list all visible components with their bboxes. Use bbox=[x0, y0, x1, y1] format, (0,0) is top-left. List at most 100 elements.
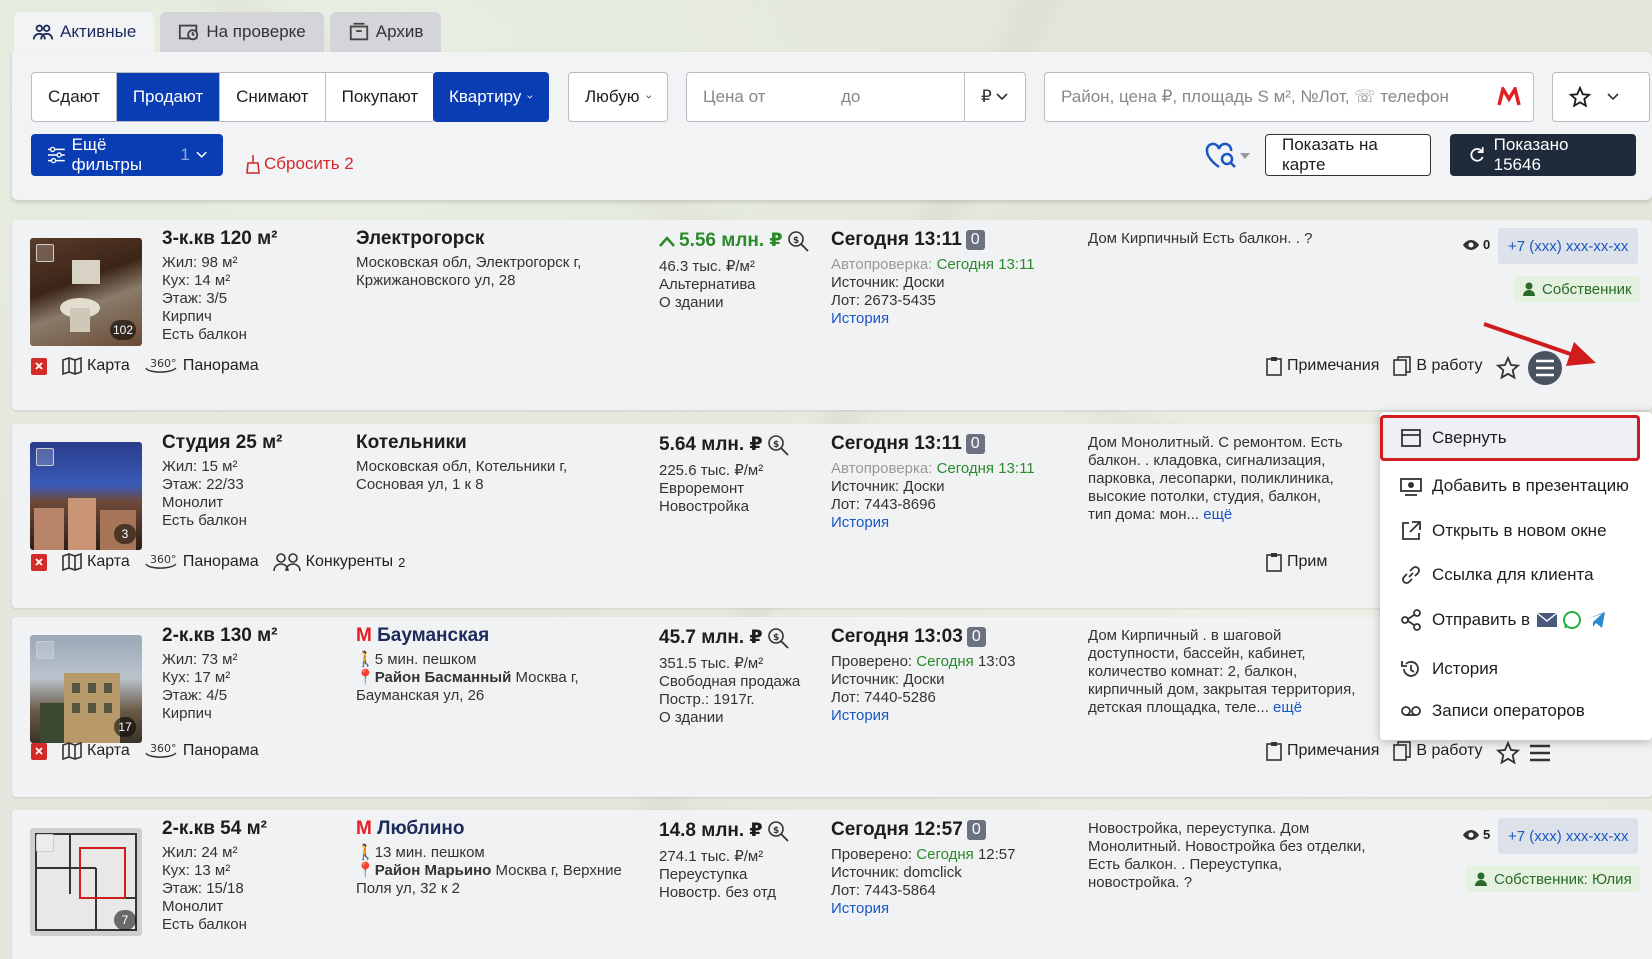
listing-photo[interactable]: 7 bbox=[30, 828, 142, 936]
metro-icon: M bbox=[356, 625, 372, 646]
metro-station[interactable]: Бауманская bbox=[377, 625, 489, 646]
map-link[interactable]: Карта bbox=[62, 553, 130, 571]
tab-review[interactable]: На проверке bbox=[160, 12, 324, 52]
listing-title[interactable]: Студия 25 м² bbox=[162, 433, 283, 452]
listing-title[interactable]: 2-к.кв 54 м² bbox=[162, 819, 267, 838]
history-link[interactable]: История bbox=[831, 707, 1015, 725]
whatsapp-icon[interactable] bbox=[1562, 610, 1582, 630]
deal-type-rent-out[interactable]: Сдают bbox=[32, 73, 117, 121]
menu-item-collapse[interactable]: Свернуть bbox=[1380, 415, 1640, 461]
map-link[interactable]: Карта bbox=[62, 357, 130, 375]
about-building-link[interactable]: О здании bbox=[659, 294, 811, 312]
listing-photo[interactable]: 17 bbox=[30, 635, 142, 743]
menu-item-history[interactable]: История bbox=[1380, 648, 1652, 690]
competitors-link[interactable]: Конкуренты 2 bbox=[272, 552, 405, 572]
more-link[interactable]: ещё bbox=[1203, 506, 1232, 523]
hamburger-icon[interactable] bbox=[1528, 741, 1552, 765]
detail-line: Монолит bbox=[162, 898, 224, 915]
listing-actions: Карта 360° Панорама bbox=[30, 356, 259, 376]
address-line: Москва г, Верхние bbox=[495, 862, 622, 879]
metro-station[interactable]: Люблино bbox=[377, 818, 464, 839]
people-icon bbox=[32, 24, 54, 40]
metro-icon[interactable] bbox=[1497, 87, 1521, 107]
history-link[interactable]: История bbox=[831, 514, 1035, 532]
sale-type: Переуступка bbox=[659, 866, 748, 883]
listing-photo[interactable]: 102 bbox=[30, 238, 142, 346]
price-per-meter: 46.3 тыс. ₽/м² bbox=[659, 258, 755, 275]
panorama-label: Панорама bbox=[182, 553, 259, 570]
notes-button[interactable]: Примечания bbox=[1266, 356, 1379, 376]
notes-button[interactable]: Прим bbox=[1266, 552, 1327, 572]
notes-button[interactable]: Примечания bbox=[1266, 741, 1379, 761]
select-checkbox[interactable] bbox=[36, 834, 54, 852]
menu-item-label: Открыть в новом окне bbox=[1432, 521, 1607, 540]
panorama-link[interactable]: 360° Панорама bbox=[144, 741, 259, 761]
detail-line: Жил: 15 м² bbox=[162, 458, 238, 475]
shown-count-button[interactable]: Показано 15646 bbox=[1450, 134, 1636, 176]
email-icon[interactable] bbox=[1536, 612, 1558, 628]
price-row: 14.8 млн. ₽ $ bbox=[659, 820, 791, 842]
select-checkbox[interactable] bbox=[36, 448, 54, 466]
menu-item-operator-records[interactable]: Записи операторов bbox=[1380, 690, 1585, 732]
menu-item-client-link[interactable]: Ссылка для клиента bbox=[1380, 554, 1594, 596]
to-work-label: В работу bbox=[1416, 357, 1483, 374]
search-input[interactable]: Район, цена ₽, площадь S м², №Лот, ☏ тел… bbox=[1044, 72, 1534, 122]
panorama-label: Панорама bbox=[182, 357, 259, 374]
deal-type-buy[interactable]: Покупают bbox=[326, 73, 435, 121]
to-work-button[interactable]: В работу bbox=[1393, 741, 1483, 761]
svg-text:$: $ bbox=[773, 440, 779, 450]
panorama-link[interactable]: 360° Панорама bbox=[144, 552, 259, 572]
object-type-select[interactable]: Квартиру bbox=[433, 72, 549, 122]
price-value: 14.8 млн. ₽ bbox=[659, 820, 763, 841]
check-time: 13:03 bbox=[977, 653, 1016, 670]
menu-item-add-presentation[interactable]: Добавить в презентацию bbox=[1380, 465, 1629, 507]
reset-button[interactable]: Сбросить 2 bbox=[244, 144, 354, 184]
history-link[interactable]: История bbox=[831, 900, 1015, 918]
map-link[interactable]: Карта bbox=[62, 742, 130, 760]
listing-title[interactable]: 2-к.кв 130 м² bbox=[162, 626, 278, 645]
more-link[interactable]: ещё bbox=[1273, 699, 1302, 716]
tab-active[interactable]: Активные bbox=[14, 12, 155, 52]
price-to-input[interactable]: до bbox=[825, 72, 965, 122]
listing-card[interactable]: 7 2-к.кв 54 м² Жил: 24 м² Кух: 13 м² Эта… bbox=[12, 810, 1652, 959]
date-row: Сегодня 12:57 0 bbox=[831, 820, 1015, 840]
select-checkbox[interactable] bbox=[36, 641, 54, 659]
menu-item-open-new-window[interactable]: Открыть в новом окне bbox=[1380, 510, 1607, 552]
panorama-link[interactable]: 360° Панорама bbox=[144, 356, 259, 376]
phone-button[interactable]: +7 (xxx) xxx-xx-xx bbox=[1498, 228, 1639, 264]
price-search-icon[interactable]: $ bbox=[787, 230, 811, 252]
listing-photo[interactable]: 3 bbox=[30, 442, 142, 550]
phone-button[interactable]: +7 (xxx) xxx-xx-xx bbox=[1498, 818, 1639, 854]
price-search-icon[interactable]: $ bbox=[767, 627, 791, 649]
tab-archive[interactable]: Архив bbox=[329, 12, 442, 52]
to-work-button[interactable]: В работу bbox=[1393, 356, 1483, 376]
check-label: Автопроверка: bbox=[831, 460, 933, 477]
notes-label: Примечания bbox=[1287, 357, 1380, 374]
menu-item-send[interactable]: Отправить в bbox=[1380, 599, 1606, 641]
history-link[interactable]: История bbox=[831, 310, 1035, 328]
tab-review-label: На проверке bbox=[206, 22, 306, 41]
listing-description: Дом Монолитный. С ремонтом. Есть балкон.… bbox=[1088, 434, 1348, 524]
more-filters-button[interactable]: Ещё фильтры 1 bbox=[31, 134, 223, 176]
telegram-icon[interactable] bbox=[1586, 611, 1606, 629]
show-on-map-button[interactable]: Показать на карте bbox=[1265, 134, 1431, 176]
favorite-star-icon[interactable] bbox=[1496, 741, 1520, 765]
currency-select[interactable]: ₽ bbox=[964, 72, 1026, 122]
listing-title[interactable]: 3-к.кв 120 м² bbox=[162, 229, 278, 248]
favorite-search-toggle[interactable] bbox=[1204, 141, 1250, 171]
about-building-link[interactable]: О здании bbox=[659, 709, 800, 727]
deal-type-sell[interactable]: Продают bbox=[116, 73, 221, 121]
deal-type-rent[interactable]: Снимают bbox=[220, 73, 326, 121]
cassette-icon bbox=[1401, 706, 1421, 716]
select-checkbox[interactable] bbox=[36, 244, 54, 262]
rooms-select[interactable]: Любую bbox=[568, 72, 668, 122]
listing-location: M Люблино 🚶13 мин. пешком 📍Район Марьино… bbox=[356, 818, 626, 898]
favorites-select[interactable] bbox=[1552, 72, 1650, 122]
price-search-icon[interactable]: $ bbox=[767, 820, 791, 842]
trash-icon[interactable] bbox=[30, 741, 48, 761]
price-from-input[interactable]: Цена от bbox=[686, 72, 826, 122]
trash-icon[interactable] bbox=[30, 356, 48, 376]
price-search-icon[interactable]: $ bbox=[767, 434, 791, 456]
trash-icon[interactable] bbox=[30, 552, 48, 572]
listing-card[interactable]: 102 3-к.кв 120 м² Жил: 98 м² Кух: 14 м² … bbox=[12, 220, 1652, 410]
